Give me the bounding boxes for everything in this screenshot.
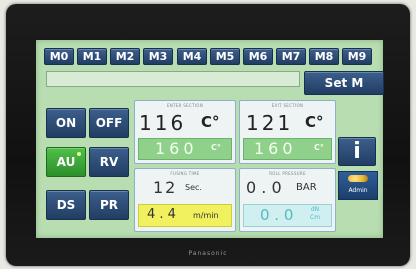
set-m-button[interactable]: Set M	[304, 71, 384, 95]
exit-section-panel: EXIT SECTION 121 C° 160 C°	[239, 100, 336, 164]
exit-section-setpoint-unit: C°	[314, 143, 324, 152]
roll-pressure-label: ROLL PRESSURE	[269, 171, 306, 176]
m9-button[interactable]: M9	[342, 48, 372, 65]
reverse-button[interactable]: RV	[89, 147, 129, 177]
roll-pressure-value: 0 . 0	[246, 178, 282, 197]
hmi-screen: M0 M1 M2 M3 M4 M5 M6 M7 M8 M9 Set M ON O…	[36, 40, 384, 238]
speed-value: 4 . 4	[147, 207, 176, 222]
off-button[interactable]: OFF	[89, 108, 129, 138]
enter-section-actual: 116	[139, 111, 187, 135]
auto-button-label: AU	[56, 155, 76, 169]
fusing-time-label: FUSING TIME	[170, 171, 200, 176]
message-bar	[46, 71, 300, 87]
exit-section-setpoint: 160	[254, 139, 297, 158]
enter-section-setpoint: 160	[155, 139, 198, 158]
m3-button[interactable]: M3	[143, 48, 173, 65]
admin-label: Admin	[348, 187, 368, 194]
m5-button[interactable]: M5	[210, 48, 240, 65]
auto-button[interactable]: AU	[46, 147, 86, 177]
admin-button[interactable]: Admin	[338, 171, 378, 200]
fusing-time-value: 12	[153, 178, 178, 197]
roll-force-field[interactable]: 0 . 0 dN Cm	[243, 204, 332, 227]
roll-force-unit: dN Cm	[310, 206, 320, 222]
roll-force-value: 0 . 0	[260, 206, 294, 224]
enter-section-label: ENTER SECTION	[166, 103, 204, 108]
exit-section-label: EXIT SECTION	[271, 103, 304, 108]
exit-section-actual: 121	[246, 111, 294, 135]
exit-section-unit: C°	[305, 113, 324, 131]
enter-section-setpoint-unit: C°	[211, 143, 221, 152]
roll-pressure-panel: ROLL PRESSURE 0 . 0 BAR 0 . 0 dN Cm	[239, 168, 336, 232]
enter-section-setpoint-field[interactable]: 160 C°	[138, 138, 232, 160]
m1-button[interactable]: M1	[77, 48, 107, 65]
m4-button[interactable]: M4	[177, 48, 207, 65]
m7-button[interactable]: M7	[276, 48, 306, 65]
on-button[interactable]: ON	[46, 108, 86, 138]
ds-button[interactable]: DS	[46, 190, 86, 220]
m6-button[interactable]: M6	[243, 48, 273, 65]
auto-indicator-icon	[77, 152, 81, 156]
roll-pressure-unit: BAR	[296, 182, 317, 193]
enter-section-unit: C°	[201, 113, 220, 131]
key-icon	[348, 175, 368, 182]
pr-button[interactable]: PR	[89, 190, 129, 220]
speed-unit: m/min	[193, 211, 219, 220]
m8-button[interactable]: M8	[309, 48, 339, 65]
roll-force-unit-top: dN	[310, 206, 320, 213]
exit-section-setpoint-field[interactable]: 160 C°	[243, 138, 332, 160]
brand-logo: Panasonic	[188, 250, 228, 257]
m0-button[interactable]: M0	[44, 48, 74, 65]
speed-field[interactable]: 4 . 4 m/min	[138, 204, 232, 227]
m2-button[interactable]: M2	[110, 48, 140, 65]
fusing-time-unit: Sec.	[185, 183, 202, 192]
enter-section-panel: ENTER SECTION 116 C° 160 C°	[134, 100, 236, 164]
fusing-time-panel: FUSING TIME 12 Sec. 4 . 4 m/min	[134, 168, 236, 232]
roll-force-unit-bottom: Cm	[310, 214, 321, 221]
info-button[interactable]: i	[338, 137, 376, 166]
